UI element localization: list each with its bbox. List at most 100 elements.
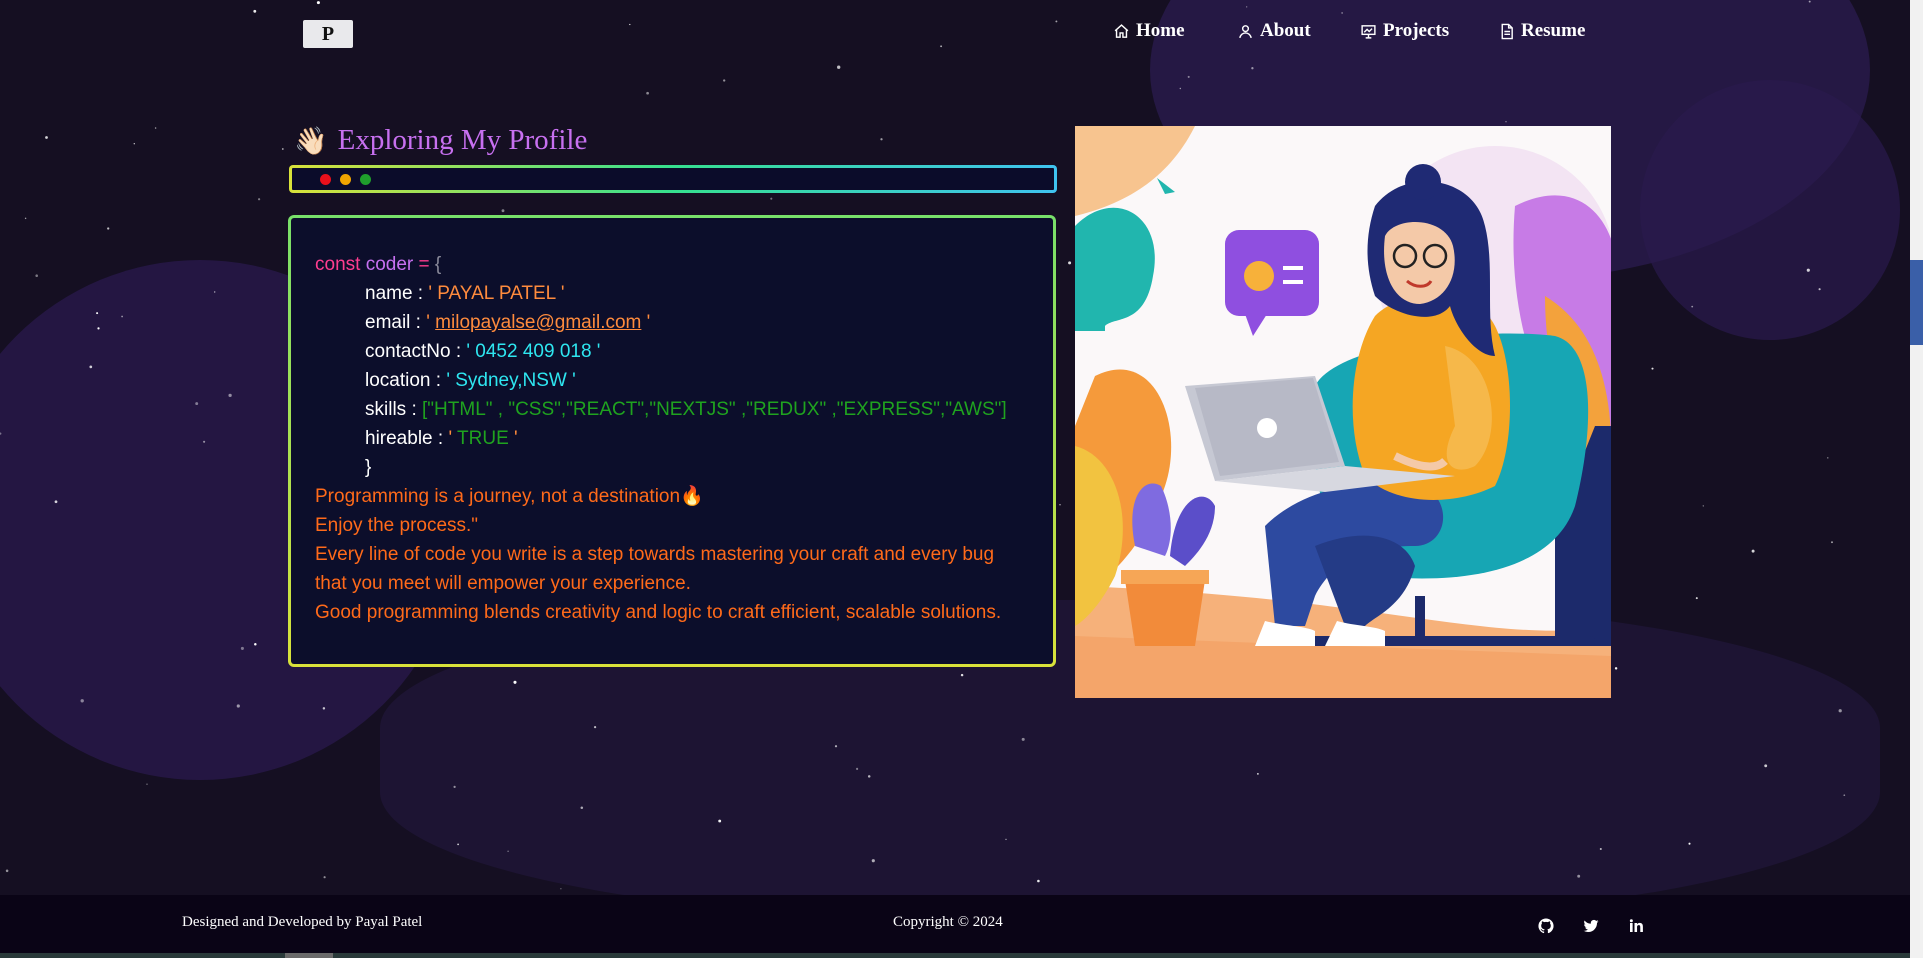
home-icon: [1114, 23, 1129, 38]
yellow-dot: [340, 174, 351, 185]
star: [1021, 737, 1025, 741]
nav-projects-label: Projects: [1383, 20, 1450, 41]
navbar: P Home About Projects Resume: [0, 0, 1910, 66]
star: [236, 704, 240, 708]
star: [80, 699, 84, 703]
email-link[interactable]: milopayalse@gmail.com: [435, 312, 641, 333]
code-line-name: name : ' PAYAL PATEL ': [315, 279, 1007, 308]
star: [593, 725, 597, 729]
nav-resume[interactable]: Resume: [1498, 20, 1585, 42]
star: [837, 65, 841, 69]
star: [45, 136, 48, 139]
logo-letter: P: [321, 23, 335, 45]
star: [1691, 305, 1694, 308]
github-icon[interactable]: [1537, 917, 1555, 935]
site-logo[interactable]: P: [303, 20, 353, 48]
open-brace: {: [434, 254, 442, 275]
nav-home-label: Home: [1136, 20, 1185, 41]
star: [1614, 667, 1618, 670]
nav-about[interactable]: About: [1237, 20, 1311, 42]
star: [646, 91, 649, 95]
star: [1695, 597, 1698, 600]
star: [258, 198, 261, 201]
hireable-key: hireable :: [365, 428, 444, 449]
quote-line-3a: Every line of code you write is a step t…: [315, 544, 995, 565]
star: [254, 643, 257, 646]
email-quote-open: ': [426, 312, 430, 333]
star: [1806, 268, 1810, 272]
star: [723, 79, 726, 82]
code-content: const coder = { name : ' PAYAL PATEL ' e…: [315, 250, 1007, 627]
wave-emoji: 👋🏻: [294, 125, 328, 156]
horizontal-scrollbar-thumb[interactable]: [285, 953, 333, 958]
star: [1702, 505, 1704, 507]
skills-key: skills :: [365, 399, 417, 420]
scrollbar-thumb[interactable]: [1910, 260, 1923, 345]
star: [1818, 288, 1821, 291]
star: [1831, 541, 1833, 544]
star: [1751, 549, 1755, 553]
star: [501, 209, 505, 213]
star: [560, 888, 562, 890]
variable-name: coder: [365, 254, 414, 275]
star: [121, 315, 123, 318]
star: [146, 783, 148, 785]
star: [1187, 75, 1190, 78]
star: [1843, 794, 1846, 797]
email-key: email :: [365, 312, 421, 333]
vertical-scrollbar[interactable]: [1910, 0, 1923, 958]
star: [1688, 842, 1691, 845]
skills-value: ["HTML" , "CSS","REACT","NEXTJS" ,"REDUX…: [422, 399, 1007, 420]
profile-illustration: [1075, 126, 1611, 698]
star: [880, 138, 883, 141]
star: [718, 819, 722, 823]
star: [960, 673, 964, 677]
code-line-close: }: [315, 453, 1007, 482]
star: [1179, 87, 1182, 90]
star: [240, 646, 244, 650]
star: [35, 274, 38, 277]
star: [5, 869, 9, 873]
document-icon: [1501, 23, 1513, 39]
quote-line-3b: that you meet will empower your experien…: [315, 573, 691, 594]
quote-line-1: Programming is a journey, not a destinat…: [315, 482, 1007, 511]
star: [1037, 879, 1040, 883]
code-window-titlebar: [289, 165, 1057, 193]
footer-credit: Designed and Developed by Payal Patel: [182, 914, 423, 930]
star: [1599, 847, 1602, 851]
star: [834, 745, 838, 748]
woman-laptop-illustration: [1075, 126, 1611, 698]
code-window: const coder = { name : ' PAYAL PATEL ' e…: [288, 215, 1056, 667]
star: [154, 127, 157, 129]
nav-home[interactable]: Home: [1113, 20, 1185, 42]
star: [323, 876, 326, 879]
nav-projects[interactable]: Projects: [1360, 20, 1449, 42]
location-key: location :: [365, 370, 442, 391]
nav-resume-label: Resume: [1521, 20, 1586, 41]
star: [1764, 764, 1768, 768]
hireable-value: TRUE: [457, 428, 509, 449]
linkedin-icon[interactable]: [1627, 917, 1645, 935]
star: [1059, 503, 1061, 506]
star: [1827, 457, 1829, 459]
star: [1838, 709, 1842, 713]
footer-copyright: Copyright © 2024: [893, 914, 1003, 930]
star: [1505, 120, 1507, 123]
code-line-hireable: hireable : ' TRUE ': [315, 424, 1007, 453]
red-dot: [320, 174, 331, 185]
nav-about-label: About: [1260, 20, 1311, 41]
star: [133, 143, 135, 145]
twitter-icon[interactable]: [1582, 917, 1600, 935]
name-key: name :: [365, 283, 424, 304]
star: [1068, 261, 1072, 265]
star: [457, 843, 459, 846]
star: [580, 806, 584, 810]
star: [1651, 367, 1654, 370]
star: [203, 440, 206, 443]
star: [513, 680, 517, 684]
profile-title: Exploring My Profile: [337, 124, 588, 156]
star: [195, 402, 199, 406]
code-line-location: location : ' Sydney,NSW ': [315, 366, 1007, 395]
green-dot: [360, 174, 371, 185]
user-icon: [1239, 24, 1252, 38]
